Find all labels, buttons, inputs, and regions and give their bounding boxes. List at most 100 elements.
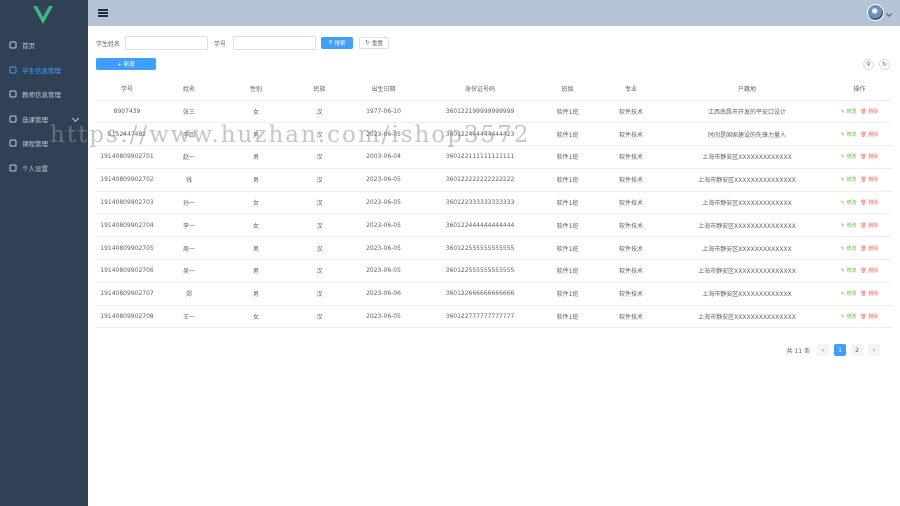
delete-button[interactable]: 🗑 删除 (860, 268, 878, 274)
total-count: 共 11 条 (786, 347, 810, 355)
edit-button[interactable]: ✎ 修改 (841, 154, 857, 160)
table-cell: 2023-06-05 (347, 305, 420, 329)
hamburger-icon[interactable] (98, 9, 108, 17)
table-row: 8907439 张三女汉 1977-06-10 360122199999999999 软… (96, 100, 892, 124)
table-body: 8907439 张三女汉 1977-06-10 360122199999999999 软… (96, 100, 892, 329)
table-cell: 江西南昌市开发的平安口设计 (667, 100, 827, 124)
edit-button[interactable]: ✎ 修改 (841, 132, 857, 138)
table-cell: 李一 (158, 213, 220, 238)
settings-icon (9, 164, 17, 172)
edit-icon: ✎ (840, 154, 845, 161)
page-button[interactable]: 2 (851, 344, 863, 356)
delete-button[interactable]: 🗑 删除 (860, 177, 878, 183)
add-button[interactable]: + 新增 (96, 58, 156, 70)
table-cell: 女 (220, 191, 292, 215)
refresh-icon[interactable]: ↻ (879, 59, 890, 70)
table-header-row: 学号 姓名 性别 民族 出生日期 身份证号码 班级 专业 户籍地 操作 (96, 78, 892, 101)
avatar[interactable] (867, 4, 884, 21)
sidebar-item-label: 学生信息管理 (22, 66, 61, 75)
table-cell: 软件技术 (595, 145, 667, 169)
table-cell: 软件1班 (540, 282, 595, 306)
student-number-input[interactable] (233, 36, 317, 50)
page-button[interactable]: 1 (834, 344, 846, 356)
table-cell: 女 (220, 305, 292, 329)
student-table: 学号 姓名 性别 民族 出生日期 身份证号码 班级 专业 户籍地 操作 8907439 张三女汉 19… (96, 78, 892, 329)
search-toggle-icon[interactable]: ⚲ (863, 59, 874, 70)
table-cell: 19140809902706 (96, 259, 158, 283)
edit-button[interactable]: ✎ 修改 (841, 223, 857, 229)
table-row: 19140809902706 吴一男汉 2023-06-05 360122555555… (96, 259, 892, 283)
edit-button[interactable]: ✎ 修改 (841, 291, 857, 297)
table-cell: 上海市静安区XXXXXXXXXXXXXXX (667, 168, 827, 192)
column-header: 性别 (220, 78, 292, 101)
delete-button[interactable]: 🗑 删除 (860, 154, 878, 160)
edit-button[interactable]: ✎ 修改 (841, 246, 857, 252)
column-header: 姓名 (158, 78, 220, 101)
table-cell: 汉 (292, 100, 347, 124)
column-header: 出生日期 (347, 78, 420, 101)
delete-button[interactable]: 🗑 删除 (860, 223, 878, 229)
table-cell: 男 (220, 168, 292, 192)
edit-button[interactable]: ✎ 修改 (841, 109, 857, 115)
operation-cell: ✎ 修改 🗑 删除 (827, 259, 892, 283)
table-cell: 软件技术 (595, 282, 667, 306)
chevron-down-icon[interactable] (71, 114, 80, 122)
edit-button[interactable]: ✎ 修改 (841, 314, 857, 320)
table-cell: 5152447482 (96, 122, 158, 147)
reset-button[interactable]: ↻ 重置 (359, 37, 390, 49)
delete-button[interactable]: 🗑 删除 (860, 314, 878, 320)
edit-button[interactable]: ✎ 修改 (841, 268, 857, 274)
prev-page-button[interactable]: ‹ (817, 344, 829, 356)
table-cell: 男 (220, 282, 292, 306)
column-header: 班级 (540, 78, 595, 101)
delete-button[interactable]: 🗑 删除 (860, 246, 878, 252)
edit-button[interactable]: ✎ 修改 (841, 177, 857, 183)
sidebar-item[interactable]: 课程管理 (0, 131, 88, 156)
edit-icon: ✎ (840, 314, 845, 321)
table-row: 19140809902707 郑男汉 2023-06-06 3601226666666… (96, 282, 892, 306)
table-cell: 360122555555555555 (420, 236, 540, 261)
table-cell: 软件1班 (540, 191, 595, 215)
table-cell: 软件技术 (595, 213, 667, 238)
table-cell: 软件技术 (595, 191, 667, 215)
delete-icon: 🗑 (860, 131, 867, 138)
delete-icon: 🗑 (860, 245, 867, 252)
page-list: 12 (829, 344, 863, 356)
caret-down-icon[interactable] (886, 11, 892, 17)
table-cell: 女 (220, 100, 292, 124)
column-header: 专业 (595, 78, 667, 101)
table-row: 19140809902705 周一男汉 2023-06-05 360122555555… (96, 236, 892, 261)
table-cell: 赵一 (158, 145, 220, 169)
next-page-button[interactable]: › (868, 344, 880, 356)
operation-cell: ✎ 修改 🗑 删除 (827, 145, 892, 169)
sidebar-item[interactable]: 教师信息管理 (0, 82, 88, 107)
sidebar-item[interactable]: 首页 (0, 33, 88, 58)
table-cell: 上海市静安区XXXXXXXXXXXXX (667, 282, 827, 306)
table-cell: 软件1班 (540, 100, 595, 124)
operation-cell: ✎ 修改 🗑 删除 (827, 236, 892, 261)
edit-icon: ✎ (840, 245, 845, 252)
table-cell: 19140809902703 (96, 191, 158, 215)
sidebar-item[interactable]: 个人设置 (0, 156, 88, 181)
table-cell: 男 (220, 145, 292, 169)
table-row: 5152447482 李四男汉 2023-06-05 3601224444444444… (96, 122, 892, 147)
table-cell: 汉 (292, 259, 347, 283)
column-header: 学号 (96, 78, 158, 101)
student-name-label: 学生姓名 (96, 40, 121, 48)
table-cell: 男 (220, 259, 292, 283)
student-name-input[interactable] (125, 36, 209, 50)
delete-button[interactable]: 🗑 删除 (860, 109, 878, 115)
operation-cell: ✎ 修改 🗑 删除 (827, 191, 892, 215)
delete-button[interactable]: 🗑 删除 (860, 291, 878, 297)
table-cell: 19140809902707 (96, 282, 158, 306)
table-cell: 上海市静安区XXXXXXXXXXXXX (667, 145, 827, 169)
delete-button[interactable]: 🗑 删除 (860, 200, 878, 206)
edit-button[interactable]: ✎ 修改 (841, 200, 857, 206)
table-cell: 19140809902705 (96, 236, 158, 261)
delete-button[interactable]: 🗑 删除 (860, 132, 878, 138)
column-header: 户籍地 (667, 78, 827, 101)
sidebar-item[interactable]: 选课管理 (0, 107, 88, 132)
table-cell: 2003-06-04 (347, 145, 420, 169)
search-button[interactable]: ⚲ 搜索 (321, 37, 354, 49)
sidebar-item[interactable]: 学生信息管理 (0, 58, 88, 83)
